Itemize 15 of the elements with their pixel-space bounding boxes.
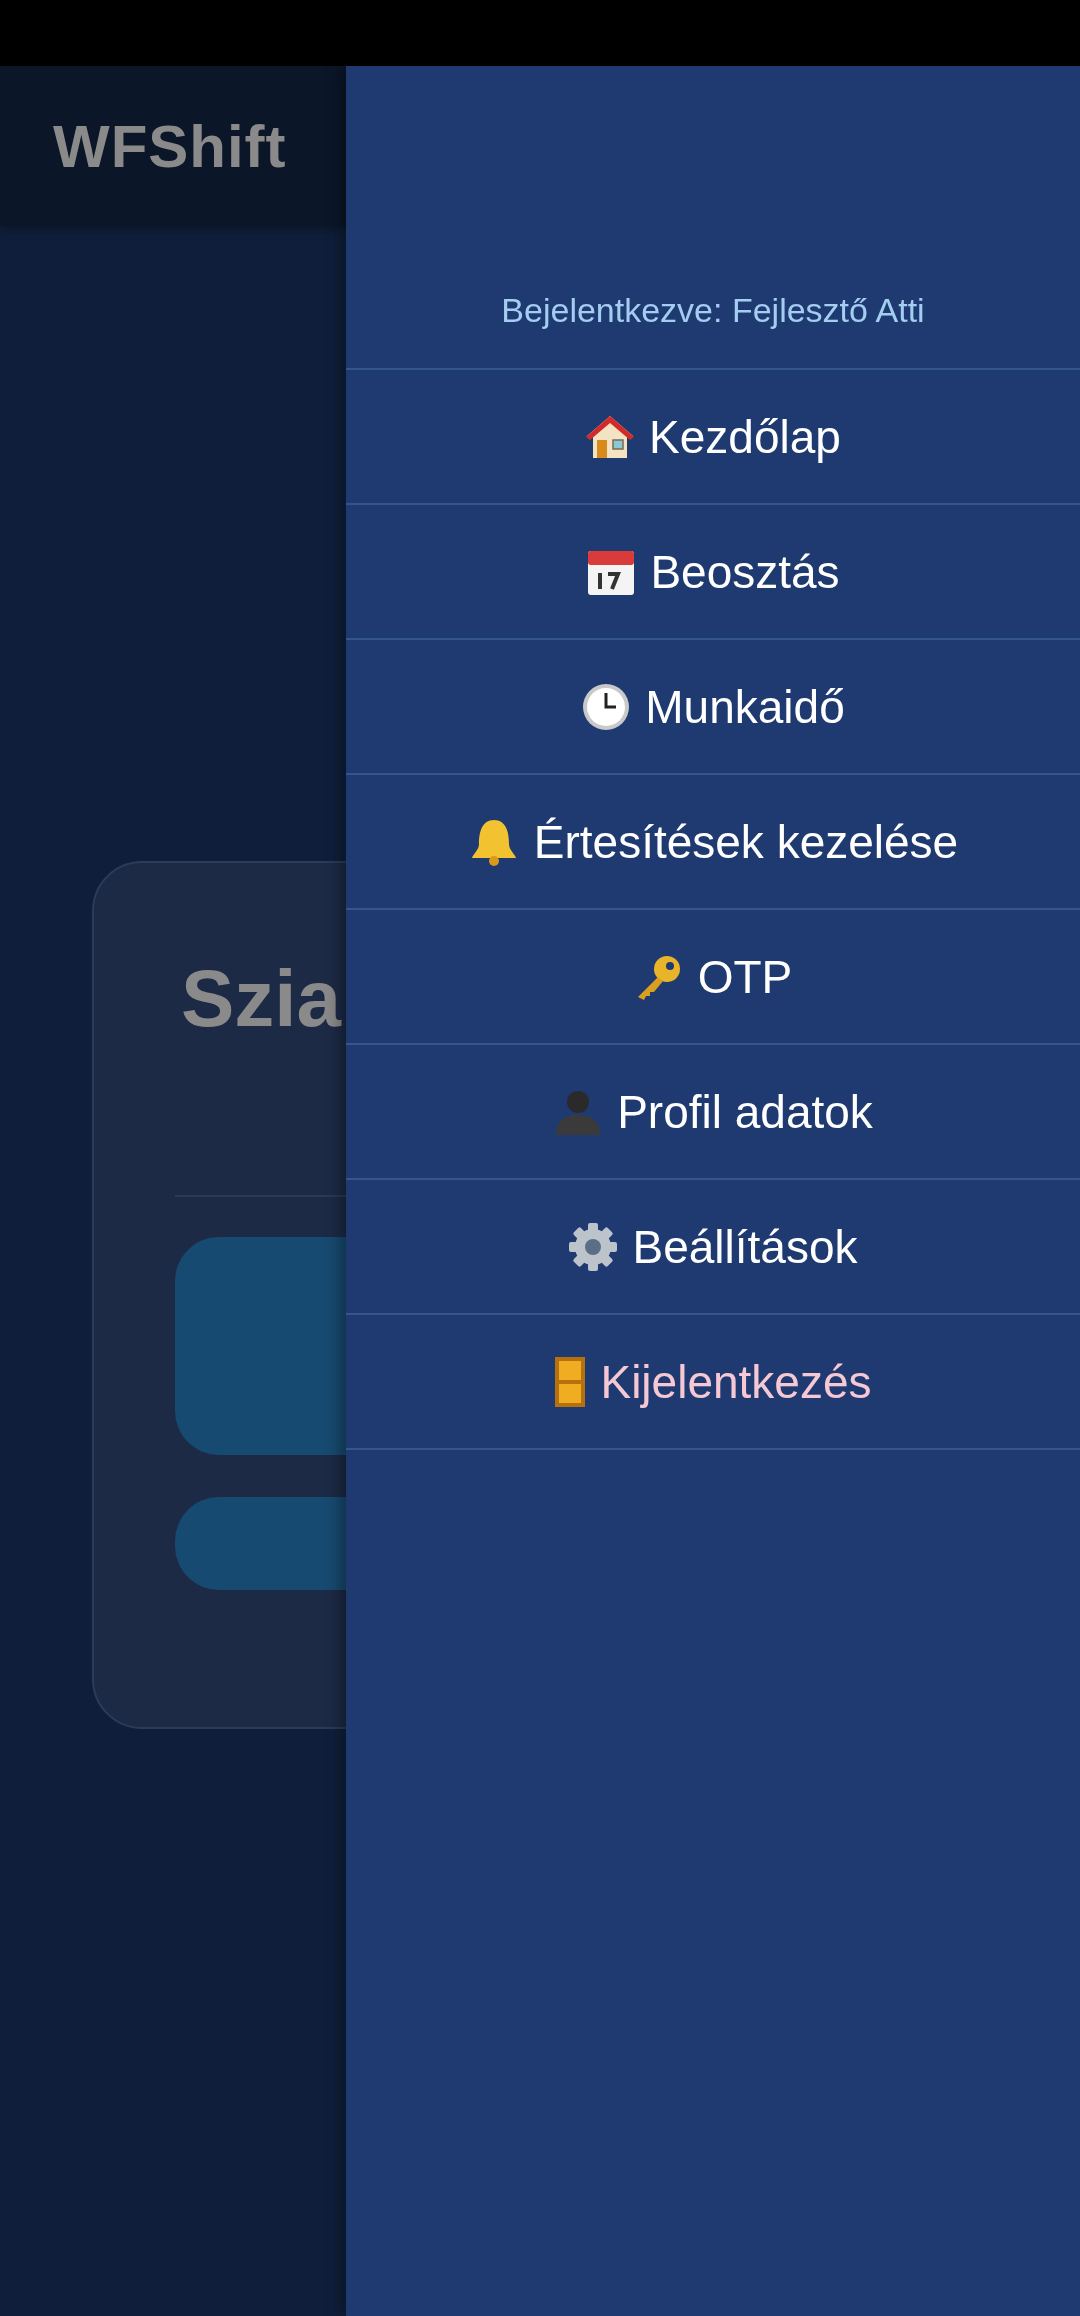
door-icon: [554, 1355, 587, 1408]
house-icon: [585, 413, 636, 460]
menu-item[interactable]: Profil adatok: [346, 1045, 1080, 1180]
menu-item[interactable]: Beállítások: [346, 1180, 1080, 1315]
menu-item[interactable]: Munkaidő: [346, 640, 1080, 775]
clock-icon: [581, 681, 632, 732]
menu-item[interactable]: Beosztás: [346, 505, 1080, 640]
menu-item[interactable]: Értesítések kezelése: [346, 775, 1080, 910]
menu-item[interactable]: OTP: [346, 910, 1080, 1045]
app-title: WFShift: [53, 111, 287, 181]
logout-menu-item[interactable]: Kijelentkezés: [346, 1315, 1080, 1450]
logged-in-label: Bejelentkezve: Fejlesztő Atti: [501, 291, 925, 330]
menu-item[interactable]: Kezdőlap: [346, 370, 1080, 505]
greeting-text: Szia: [180, 953, 343, 1045]
gear-icon: [568, 1221, 619, 1272]
